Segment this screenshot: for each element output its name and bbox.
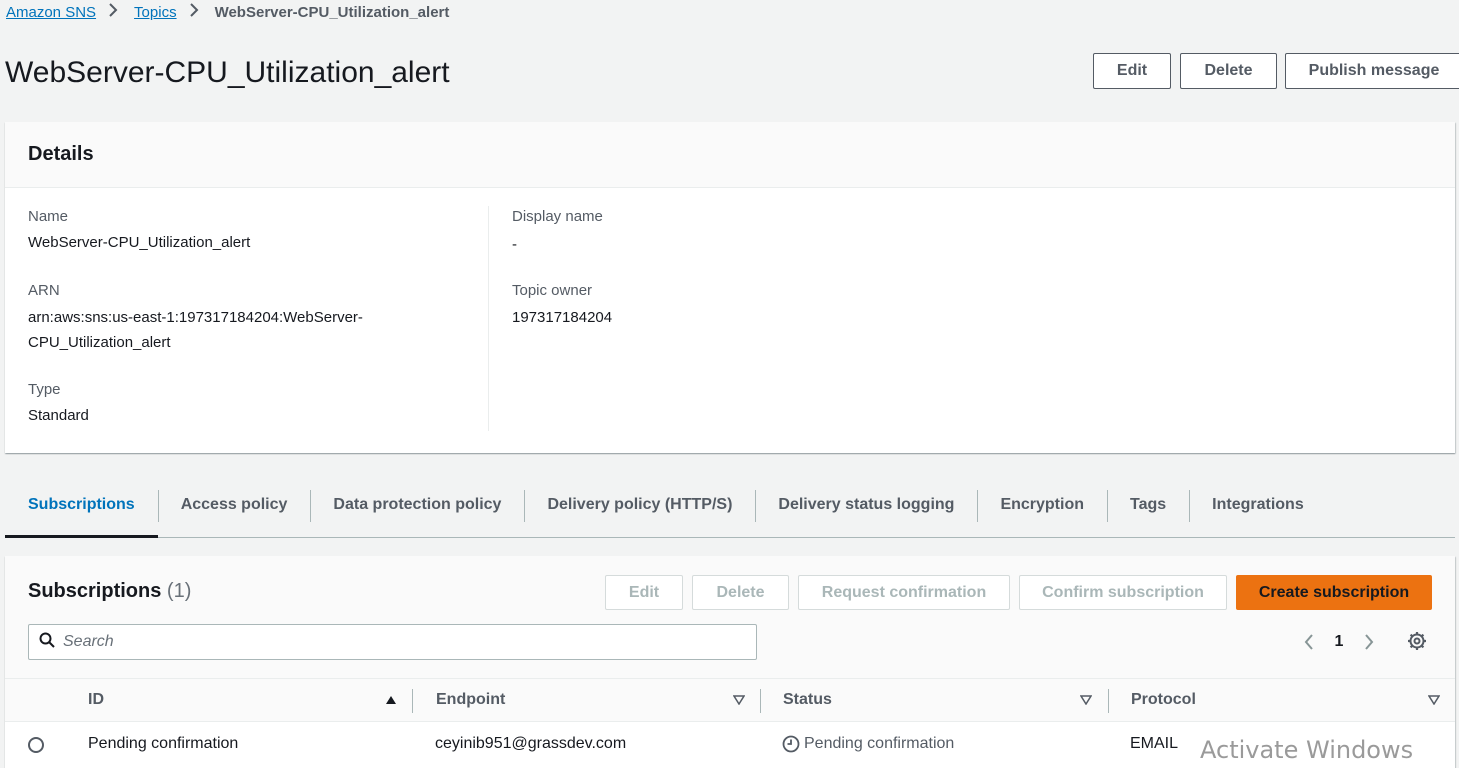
subscriptions-title-text: Subscriptions [28, 580, 162, 602]
topic-owner-value: 197317184204 [512, 309, 613, 326]
search-icon [39, 632, 55, 653]
cell-protocol: EMAIL [1130, 735, 1179, 752]
request-confirmation-button[interactable]: Request confirmation [798, 575, 1010, 610]
type-label: Type [28, 381, 61, 398]
page-number[interactable]: 1 [1323, 633, 1355, 651]
column-divider [412, 689, 413, 713]
chevron-right-icon [108, 3, 118, 21]
subscriptions-count: (1) [166, 580, 192, 602]
sort-down-icon[interactable] [1080, 679, 1092, 721]
chevron-left-icon[interactable] [1295, 628, 1323, 656]
status-text: Pending confirmation [804, 735, 955, 752]
clock-icon [782, 735, 800, 753]
confirm-subscription-button[interactable]: Confirm subscription [1019, 575, 1227, 610]
delete-topic-button[interactable]: Delete [1180, 53, 1277, 89]
details-title: Details [28, 143, 94, 165]
column-status[interactable]: Status [783, 679, 832, 721]
tab-integrations[interactable]: Integrations [1189, 488, 1327, 537]
column-protocol[interactable]: Protocol [1131, 679, 1196, 721]
publish-message-button[interactable]: Publish message [1285, 53, 1459, 89]
column-endpoint[interactable]: Endpoint [436, 679, 505, 721]
breadcrumb-current: WebServer-CPU_Utilization_alert [214, 3, 450, 21]
chevron-right-icon[interactable] [1355, 628, 1383, 656]
breadcrumb: Amazon SNS Topics WebServer-CPU_Utilizat… [6, 2, 449, 22]
cell-status: Pending confirmation [782, 722, 954, 766]
sort-down-icon[interactable] [1428, 679, 1440, 721]
tab-delivery-status-logging[interactable]: Delivery status logging [755, 488, 977, 537]
column-divider [1108, 689, 1109, 713]
topic-owner-label: Topic owner [512, 282, 593, 299]
page-title: WebServer-CPU_Utilization_alert [5, 56, 450, 89]
tab-data-protection-policy[interactable]: Data protection policy [310, 488, 524, 537]
table-header: ID Endpoint Status Protocol [5, 678, 1455, 722]
arn-value-line2: CPU_Utilization_alert [28, 334, 171, 351]
cell-id[interactable]: Pending confirmation [88, 722, 238, 766]
tab-encryption[interactable]: Encryption [977, 488, 1107, 537]
column-divider [760, 689, 761, 713]
sort-down-icon[interactable] [733, 679, 745, 721]
gear-icon[interactable] [1405, 629, 1429, 653]
sort-ascending-icon[interactable] [385, 679, 397, 721]
cell-endpoint: ceyinib951@grassdev.com [435, 735, 627, 752]
arn-label: ARN [28, 282, 60, 299]
windows-activation-watermark: Activate Windows [1200, 736, 1414, 764]
column-divider [488, 206, 489, 431]
row-select-radio[interactable] [28, 737, 44, 753]
delete-subscription-button[interactable]: Delete [692, 575, 789, 610]
edit-topic-button[interactable]: Edit [1093, 53, 1171, 89]
details-panel: Details Name WebServer-CPU_Utilization_a… [5, 122, 1455, 453]
display-name-label: Display name [512, 208, 603, 225]
column-id[interactable]: ID [88, 679, 104, 721]
name-label: Name [28, 208, 69, 225]
details-header: Details [5, 122, 1455, 188]
name-value: WebServer-CPU_Utilization_alert [28, 234, 251, 251]
display-name-value: - [512, 236, 517, 253]
edit-subscription-button[interactable]: Edit [605, 575, 683, 610]
subscriptions-header: Subscriptions (1) Edit Delete Request co… [5, 556, 1455, 678]
tab-tags[interactable]: Tags [1107, 488, 1189, 537]
search-input[interactable] [63, 633, 743, 651]
breadcrumb-topics[interactable]: Topics [134, 4, 177, 21]
chevron-right-icon [189, 3, 199, 21]
search-field[interactable] [28, 624, 757, 660]
create-subscription-button[interactable]: Create subscription [1236, 575, 1432, 610]
tab-access-policy[interactable]: Access policy [157, 488, 311, 537]
tab-delivery-policy[interactable]: Delivery policy (HTTP/S) [524, 488, 755, 537]
type-value: Standard [28, 407, 89, 424]
tab-subscriptions[interactable]: Subscriptions [5, 488, 158, 538]
arn-value-line1: arn:aws:sns:us-east-1:197317184204:WebSe… [28, 309, 363, 326]
pagination: 1 [1295, 626, 1383, 658]
breadcrumb-amazon-sns[interactable]: Amazon SNS [6, 4, 96, 21]
topic-tabs: Subscriptions Access policy Data protect… [5, 488, 1455, 538]
subscriptions-title: Subscriptions (1) [28, 580, 191, 603]
